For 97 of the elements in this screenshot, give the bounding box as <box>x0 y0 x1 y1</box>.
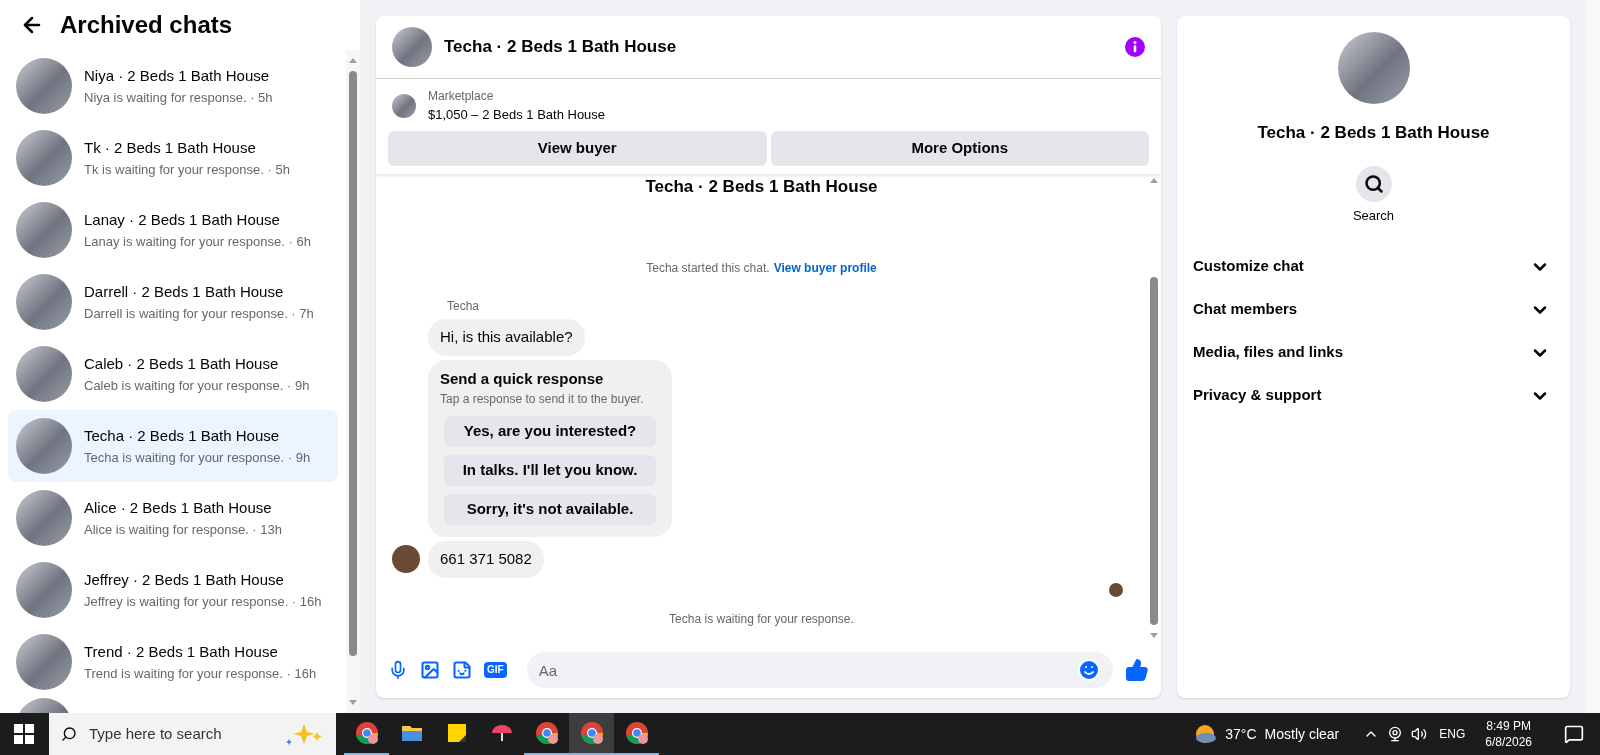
chat-list-item[interactable]: Caleb · 2 Beds 1 Bath House Caleb is waiting for your response. · 9h <box>8 338 338 410</box>
photo-placeholder <box>16 634 72 690</box>
message-bubble: Hi, is this available? <box>428 319 585 356</box>
quick-response-button[interactable]: Sorry, it's not available. <box>444 494 656 525</box>
photo-placeholder <box>392 27 432 67</box>
chat-start-note: Techa started this chat. <box>646 260 770 277</box>
section-label: Privacy & support <box>1193 385 1322 406</box>
chat-preview: Alice is waiting for response. · 13h <box>84 520 282 539</box>
browser-icon <box>624 721 649 745</box>
windows-start-icon[interactable] <box>14 724 34 744</box>
section-label: Chat members <box>1193 299 1298 320</box>
section-label: Customize chat <box>1193 256 1304 277</box>
photo-placeholder <box>392 93 416 118</box>
sparkle-icon <box>284 722 324 746</box>
chat-preview: Jeffrey is waiting for your response. · 16h <box>84 592 322 611</box>
chat-list-item[interactable]: Darrell · 2 Beds 1 Bath House Darrell is waiting for your response. · 7h <box>8 266 338 338</box>
avatar <box>392 545 420 574</box>
action-button[interactable]: More Options <box>770 130 1149 166</box>
sender-name: Techa <box>447 298 481 315</box>
message-input[interactable]: Aa <box>526 652 1077 688</box>
chat-preview: Lanay is waiting for your response. · 6h <box>84 232 311 251</box>
details-title: Techa · 2 Beds 1 Bath House <box>1257 122 1490 144</box>
chat-preview: Techa is waiting for your response. · 9h <box>84 448 311 467</box>
notification-icon[interactable] <box>1564 724 1584 744</box>
chat-name: Tk · 2 Beds 1 Bath House <box>84 138 257 158</box>
search-icon <box>61 726 77 742</box>
chat-list-item[interactable]: Jeffrey · 2 Beds 1 Bath House Jeffrey is waiting for your response. · 16h <box>8 554 338 626</box>
chat-preview: Darrell is waiting for your response. · 7h <box>84 304 314 323</box>
chat-list-item[interactable]: Techa · 2 Beds 1 Bath House Techa is waiting for your response. · 9h <box>8 410 338 482</box>
chat-name: Techa · 2 Beds 1 Bath House <box>84 426 281 446</box>
chat-name: Jeffrey · 2 Beds 1 Bath House <box>84 570 285 590</box>
section-row[interactable]: Chat members <box>1193 288 1554 331</box>
section-row[interactable]: Privacy & support <box>1193 374 1554 417</box>
chat-name: Alice · 2 Beds 1 Bath House <box>84 498 273 518</box>
page-title: Archived chats <box>60 10 233 40</box>
browser-icon <box>579 721 604 745</box>
message-bubble: 661 371 5082 <box>428 541 544 578</box>
card-subtitle: Tap a response to send it to the buyer. <box>440 391 645 408</box>
chat-name: Lanay · 2 Beds 1 Bath House <box>84 210 281 230</box>
gif-button[interactable]: GIF <box>484 662 507 678</box>
chat-list-item[interactable]: Lanay · 2 Beds 1 Bath House Lanay is waiting for your response. · 6h <box>8 194 338 266</box>
chat-preview: Niya is waiting for response. · 5h <box>84 88 273 107</box>
taskbar-app[interactable] <box>569 713 614 755</box>
thread-title: Techa · 2 Beds 1 Bath House <box>645 175 878 198</box>
chat-preview: Tk is waiting for your response. · 5h <box>84 160 290 179</box>
language-indicator[interactable]: ENG <box>1439 725 1466 743</box>
chat-title: Techa · 2 Beds 1 Bath House <box>444 36 678 59</box>
chat-name: Trend · 2 Beds 1 Bath House <box>84 642 279 662</box>
photo-placeholder <box>16 490 72 546</box>
info-icon[interactable] <box>1125 37 1145 57</box>
quick-response-button[interactable]: In talks. I'll let you know. <box>444 455 656 486</box>
browser-icon <box>534 721 559 745</box>
photo-placeholder <box>16 274 72 330</box>
sticker-icon[interactable] <box>452 660 472 680</box>
action-button[interactable]: View buyer <box>388 130 767 166</box>
page-scrollbar[interactable] <box>1586 0 1600 713</box>
browser-icon <box>354 721 379 745</box>
microphone-icon[interactable] <box>388 660 408 680</box>
chat-name: Darrell · 2 Beds 1 Bath House <box>84 282 285 302</box>
search-button[interactable] <box>1355 165 1392 202</box>
thumbs-up-icon[interactable] <box>1125 658 1149 682</box>
image-icon[interactable] <box>420 660 440 680</box>
chat-list-item[interactable]: Trend · 2 Beds 1 Bath House Trend is waiting for your response. · 16h <box>8 626 338 698</box>
quick-response-button[interactable]: Yes, are you interested? <box>444 416 656 447</box>
chat-preview: Caleb is waiting for your response. · 9h <box>84 376 310 395</box>
taskbar-search-box[interactable]: Type here to search <box>49 713 336 755</box>
listing-title: $1,050 – 2 Beds 1 Bath House <box>428 106 606 124</box>
webcam-icon[interactable] <box>1387 726 1404 742</box>
scroll-down-arrow-icon[interactable] <box>1150 633 1158 638</box>
section-row[interactable]: Media, files and links <box>1193 331 1554 374</box>
photo-placeholder <box>16 202 72 258</box>
clock[interactable]: 8:49 PM 6/8/2026 <box>1477 718 1540 750</box>
photo-placeholder <box>16 130 72 186</box>
scroll-up-arrow-icon[interactable] <box>1150 177 1158 183</box>
weather-condition: Mostly clear <box>1264 724 1340 744</box>
chat-name: Niya · 2 Beds 1 Bath House <box>84 66 271 86</box>
photo-placeholder <box>16 562 72 618</box>
chat-list-item[interactable]: Tk · 2 Beds 1 Bath House Tk is waiting for your response. · 5h <box>8 122 338 194</box>
chat-list-item[interactable]: Alice · 2 Beds 1 Bath House Alice is waiting for response. · 13h <box>8 482 338 554</box>
taskbar-search-field[interactable]: Type here to search <box>89 722 272 746</box>
photo-placeholder <box>16 58 72 114</box>
search-label: Search <box>1352 206 1395 225</box>
view-buyer-profile-link[interactable]: View buyer profile <box>773 259 877 277</box>
chat-name: Caleb · 2 Beds 1 Bath House <box>84 354 280 374</box>
speaker-icon[interactable] <box>1411 726 1428 742</box>
chat-list-item[interactable]: Niya · 2 Beds 1 Bath House Niya is waiting for response. · 5h <box>8 50 338 122</box>
search-icon <box>1363 173 1384 194</box>
section-row[interactable]: Customize chat <box>1193 245 1554 288</box>
emoji-icon[interactable] <box>1077 658 1101 682</box>
photo-placeholder <box>16 346 72 402</box>
card-title: Send a quick response <box>440 368 605 389</box>
waiting-status: Techa is waiting for your response. <box>669 610 854 628</box>
photo-placeholder <box>16 418 72 474</box>
listing-source: Marketplace <box>428 88 495 105</box>
section-label: Media, files and links <box>1193 342 1344 363</box>
temperature: 37°C <box>1225 724 1257 744</box>
chat-preview: Trend is waiting for your response. · 16h <box>84 664 317 683</box>
